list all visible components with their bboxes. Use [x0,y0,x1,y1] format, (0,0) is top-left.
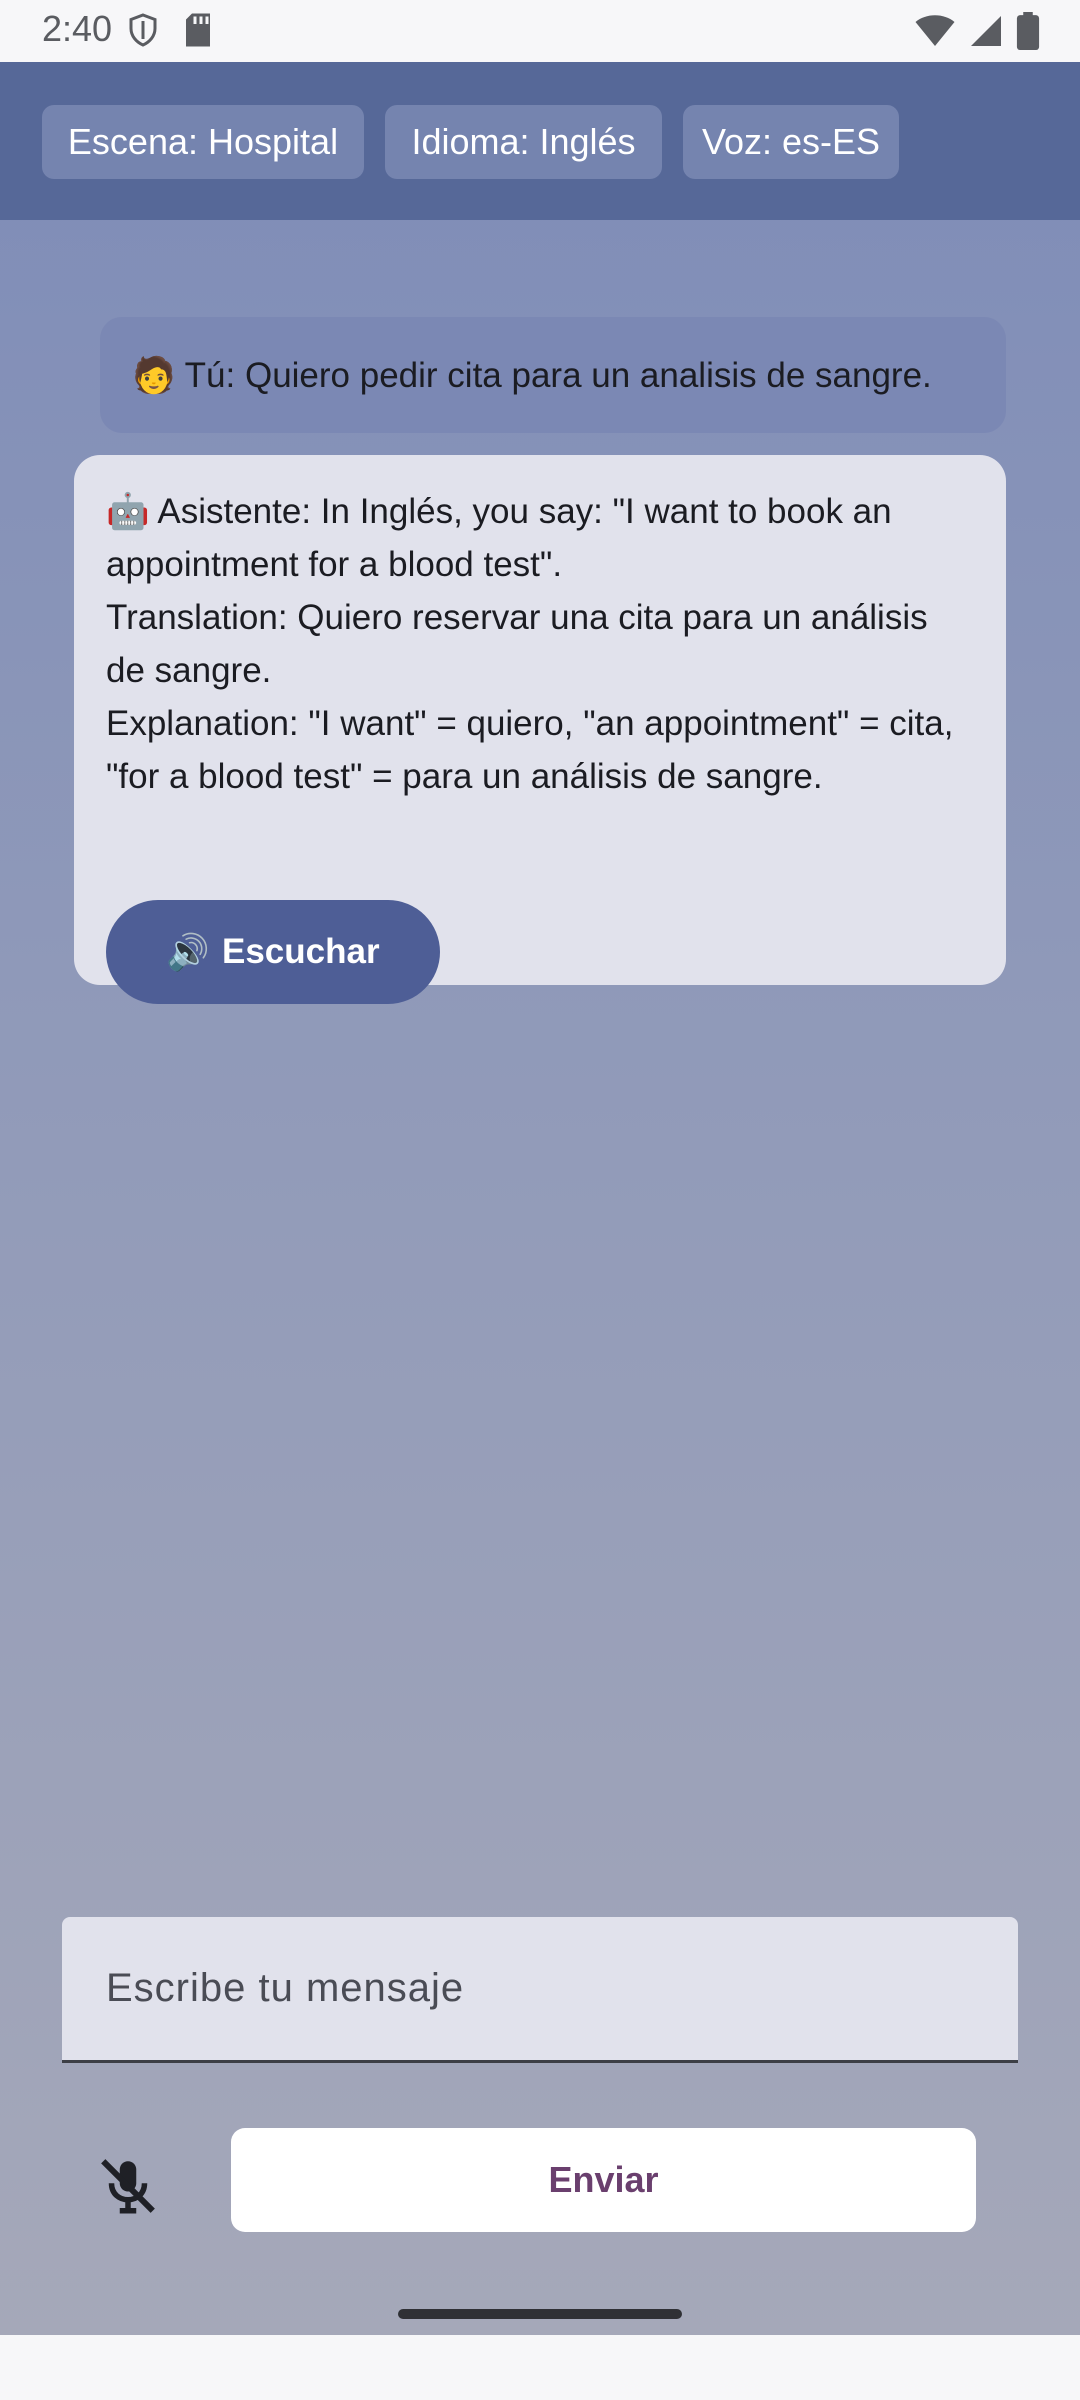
send-button[interactable]: Enviar [231,2128,976,2232]
gesture-nav-handle[interactable] [398,2309,682,2319]
sd-card-icon [183,12,213,53]
mic-off-icon [95,2153,161,2224]
status-time: 2:40 [42,8,113,49]
listen-button-label: Escuchar [222,932,380,971]
wifi-icon [914,13,956,54]
navigation-bar [0,2335,1080,2400]
chip-language[interactable]: Idioma: Inglés [385,105,662,179]
user-message-text: 🧑 Tú: Quiero pedir cita para un analisis… [132,355,932,395]
chip-voice[interactable]: Voz: es-ES [683,105,899,179]
assistant-message-bubble: 🤖 Asistente: In Inglés, you say: "I want… [74,455,1006,1004]
user-message-bubble: 🧑 Tú: Quiero pedir cita para un analisis… [100,317,1006,433]
message-input[interactable] [104,1965,976,2012]
shield-icon [125,12,161,53]
mic-toggle-button[interactable] [84,2144,172,2232]
send-button-label: Enviar [548,2159,659,2200]
status-bar: 2:40 [0,0,1080,62]
speaker-icon: 🔊 [166,932,210,972]
chip-voice-label: Voz: es-ES [701,121,881,162]
chip-scene-label: Escena: Hospital [67,121,339,162]
header-bar: Escena: Hospital Idioma: Inglés Voz: es-… [0,62,1080,220]
message-input-container[interactable] [62,1917,1018,2063]
chip-scene[interactable]: Escena: Hospital [42,105,364,179]
listen-button[interactable]: 🔊 Escuchar [106,900,440,1004]
chip-language-label: Idioma: Inglés [411,121,636,162]
cell-signal-icon [968,13,1004,54]
assistant-message-text: 🤖 Asistente: In Inglés, you say: "I want… [106,492,954,796]
app-screen: Escena: Hospital Idioma: Inglés Voz: es-… [0,62,1080,2335]
battery-icon [1016,12,1040,55]
